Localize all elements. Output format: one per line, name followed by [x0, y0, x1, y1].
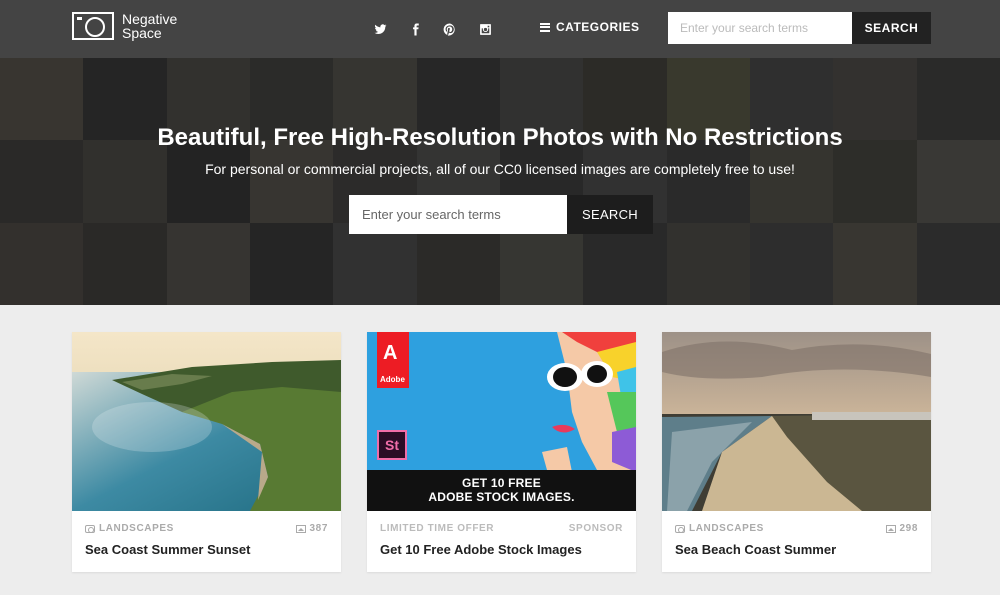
logo-line-2: Space: [122, 25, 162, 41]
ad-banner: GET 10 FREE ADOBE STOCK IMAGES.: [367, 470, 636, 511]
twitter-icon[interactable]: [370, 19, 390, 39]
categories-label: CATEGORIES: [556, 20, 640, 34]
instagram-icon[interactable]: [475, 19, 495, 39]
card-title[interactable]: Sea Beach Coast Summer: [675, 542, 836, 557]
hero-title: Beautiful, Free High-Resolution Photos w…: [157, 124, 843, 151]
hero-banner: Beautiful, Free High-Resolution Photos w…: [0, 58, 1000, 305]
facebook-icon[interactable]: [405, 19, 425, 39]
image-icon: [295, 524, 306, 533]
header-search-button[interactable]: SEARCH: [852, 12, 931, 44]
hero-search-button[interactable]: SEARCH: [567, 195, 653, 234]
card-category[interactable]: LANDSCAPES: [689, 523, 764, 534]
header-search-input[interactable]: [668, 12, 852, 44]
photo-thumbnail[interactable]: [72, 332, 341, 511]
adobe-logo-text: Adobe: [380, 375, 405, 384]
logo-text: Negative Space: [122, 12, 192, 40]
sponsor-ad-image[interactable]: A Adobe St GET 10 FREE ADOBE STOCK IMAGE…: [367, 332, 636, 511]
sponsor-label: SPONSOR: [568, 523, 623, 534]
card-meta: LANDSCAPES 298: [675, 523, 918, 534]
card-view-count: 387: [309, 523, 328, 534]
photo-card-3[interactable]: LANDSCAPES 298 Sea Beach Coast Summer: [662, 332, 931, 572]
camera-icon: [675, 524, 685, 533]
image-icon: [885, 524, 896, 533]
beach-coast-image: [662, 332, 931, 511]
sponsor-card[interactable]: A Adobe St GET 10 FREE ADOBE STOCK IMAGE…: [367, 332, 636, 572]
photo-thumbnail[interactable]: [662, 332, 931, 511]
list-icon: [540, 22, 550, 32]
card-category: LIMITED TIME OFFER: [380, 523, 495, 534]
pinterest-icon[interactable]: [439, 19, 459, 39]
hero-subtitle: For personal or commercial projects, all…: [205, 161, 795, 177]
site-header: Negative Space CATEGORIES SEARCH: [0, 0, 1000, 58]
site-logo[interactable]: Negative Space: [72, 12, 192, 40]
photo-card-1[interactable]: LANDSCAPES 387 Sea Coast Summer Sunset: [72, 332, 341, 572]
adobe-logo-glyph: A: [383, 342, 398, 364]
card-title[interactable]: Sea Coast Summer Sunset: [85, 542, 250, 557]
card-view-count: 298: [899, 523, 918, 534]
hero-search-input[interactable]: [349, 195, 567, 234]
camera-icon: [85, 524, 95, 533]
adobe-stock-logo: St: [377, 430, 407, 460]
ad-line-2: ADOBE STOCK IMAGES.: [428, 490, 575, 504]
card-meta: LANDSCAPES 387: [85, 523, 328, 534]
adobe-logo: A Adobe: [377, 332, 409, 388]
card-category[interactable]: LANDSCAPES: [99, 523, 174, 534]
logo-line-1: Negative: [122, 11, 178, 27]
camera-logo-icon: [72, 12, 114, 40]
card-meta: LIMITED TIME OFFER SPONSOR: [380, 523, 623, 534]
card-title[interactable]: Get 10 Free Adobe Stock Images: [380, 542, 582, 557]
ad-line-1: GET 10 FREE: [462, 476, 541, 490]
categories-menu[interactable]: CATEGORIES: [540, 20, 639, 34]
sea-coast-image: [72, 332, 341, 511]
